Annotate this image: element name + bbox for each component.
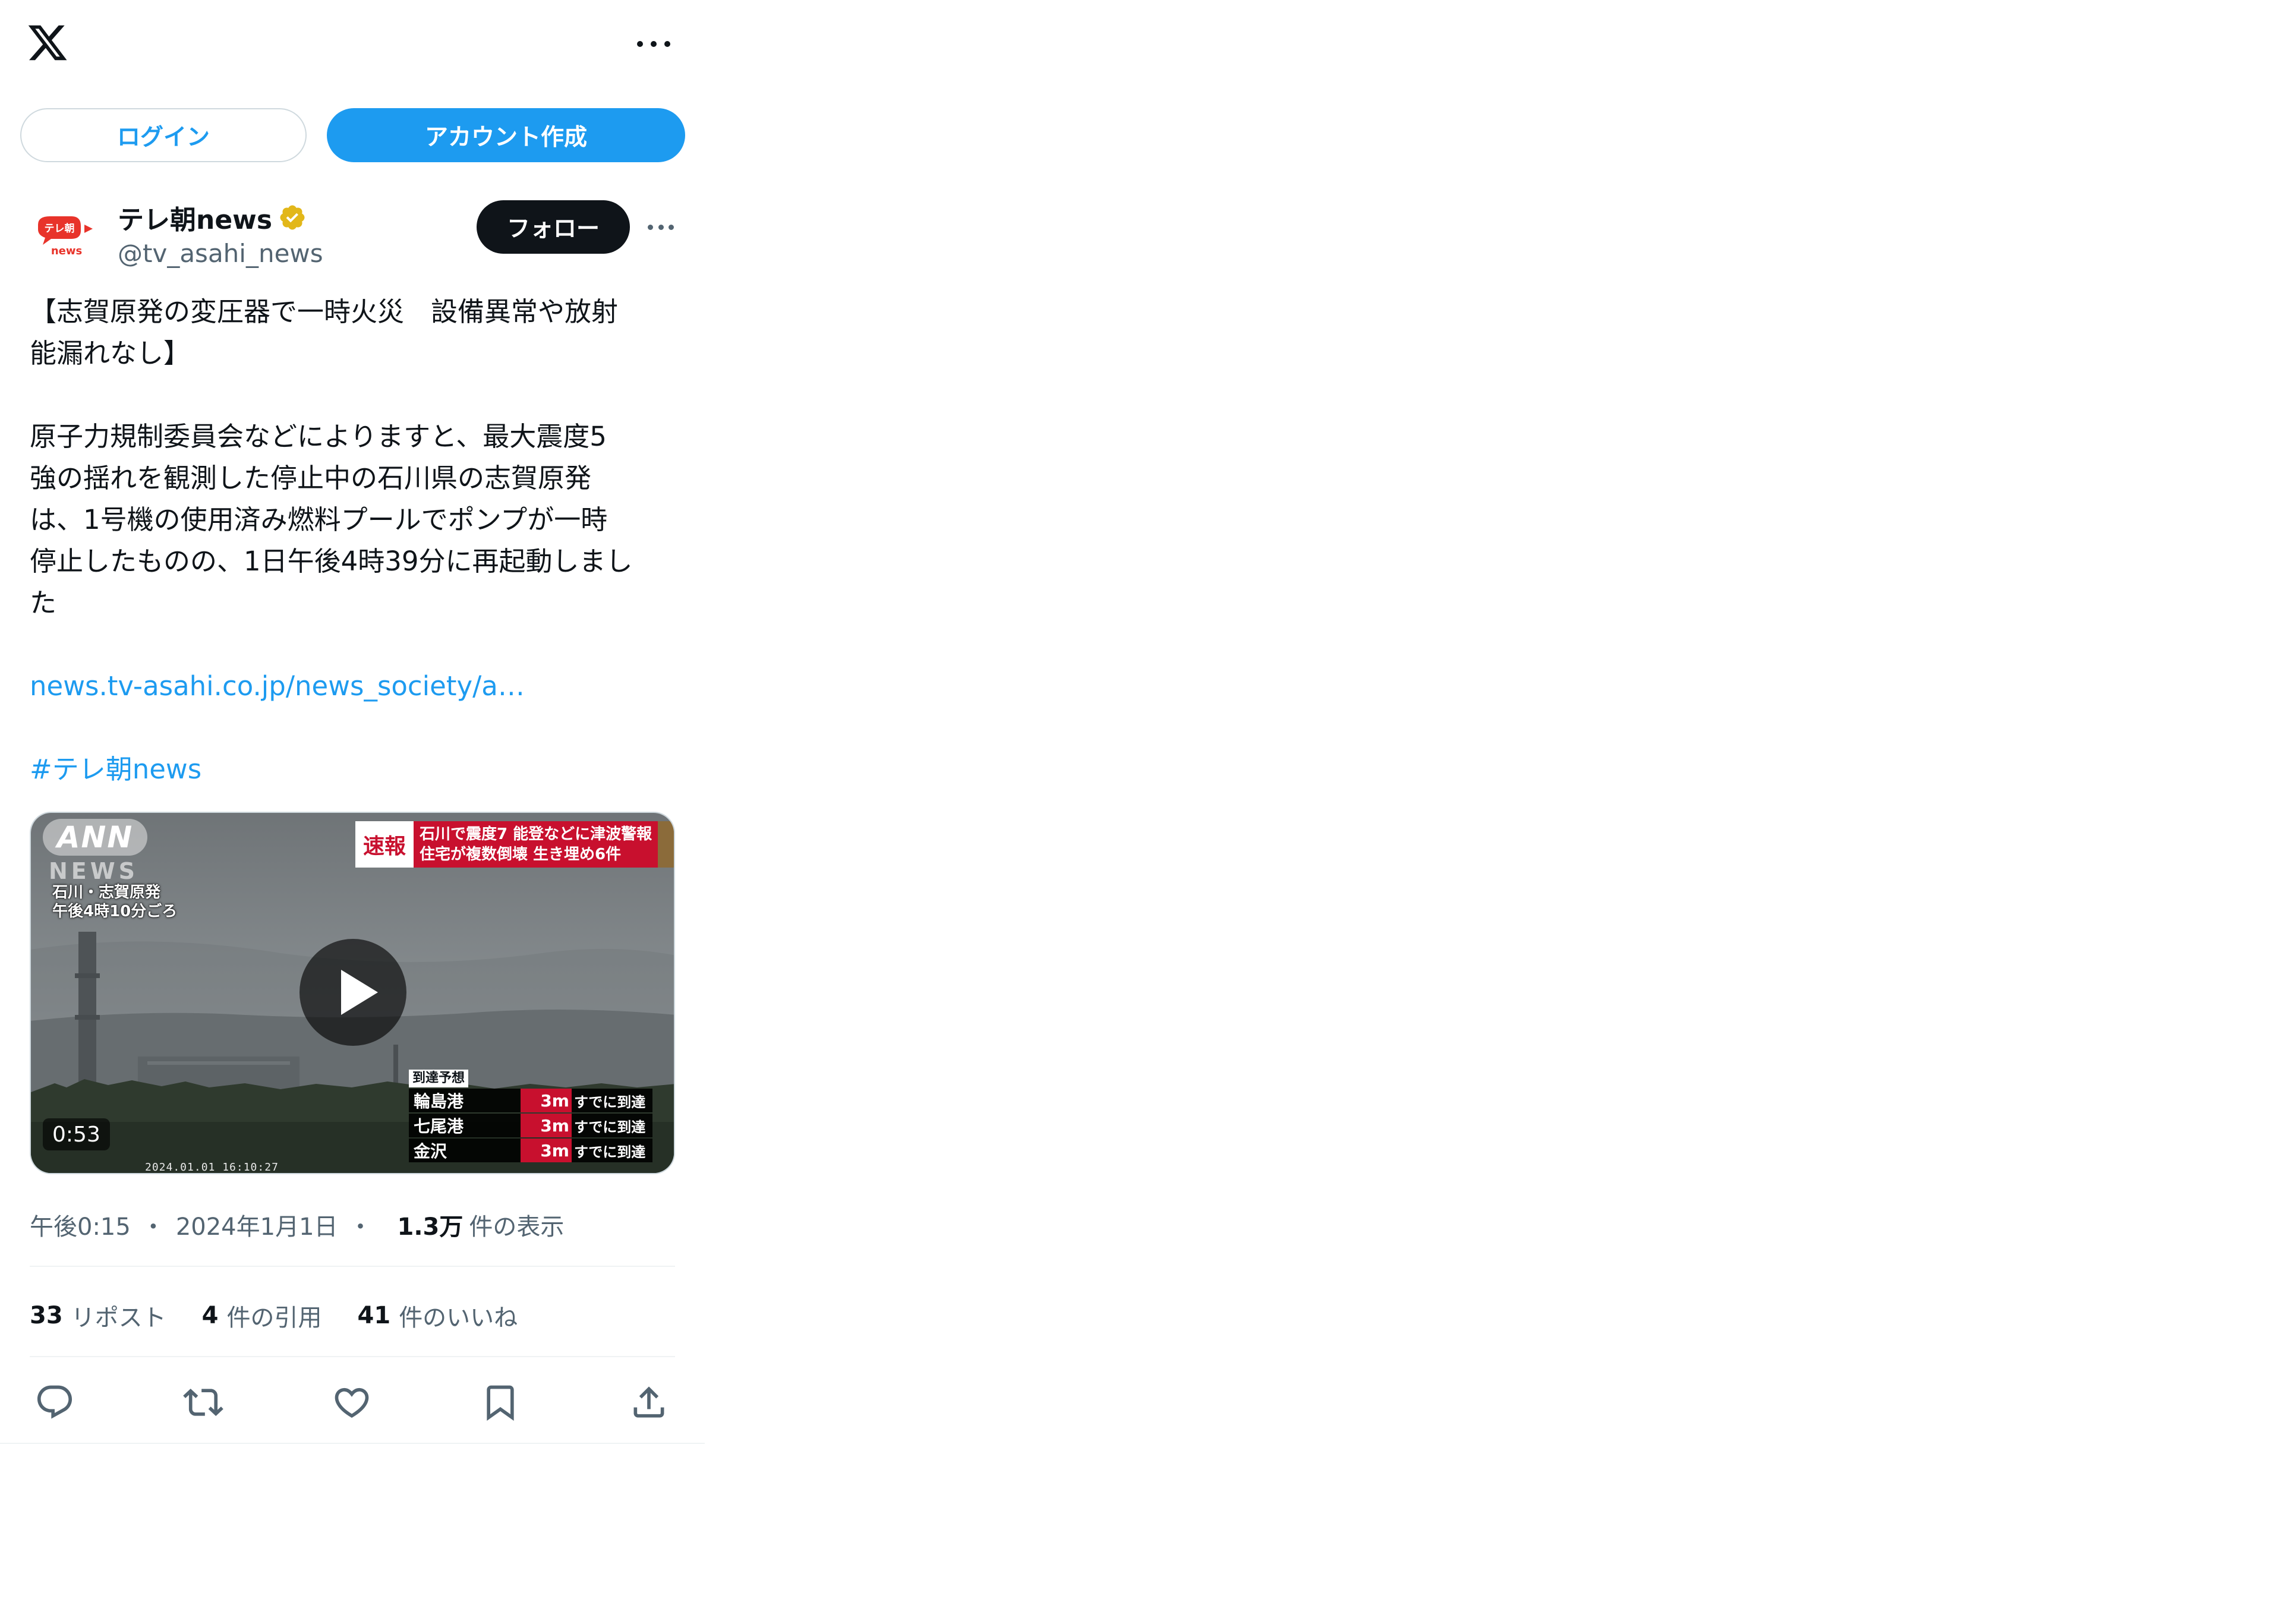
tweet-date[interactable]: 2024年1月1日 xyxy=(176,1207,338,1242)
tsunami-height: 3m xyxy=(521,1114,572,1137)
tsunami-header: 到達予想 xyxy=(409,1070,469,1087)
reposts-count: 33 xyxy=(30,1302,63,1329)
play-icon[interactable] xyxy=(299,939,406,1046)
tweet-body-line: た xyxy=(30,587,57,619)
breaking-text: 石川で震度7 能登などに津波警報 住宅が複数倒壊 生き埋め6件 xyxy=(414,821,658,868)
tweet-title-line: 能漏れなし】 xyxy=(30,338,191,369)
divider xyxy=(0,1443,705,1444)
author-handle[interactable]: @tv_asahi_news xyxy=(118,238,323,269)
likes-label: 件のいいね xyxy=(399,1304,518,1332)
tweet-link[interactable]: news.tv-asahi.co.jp/news_society/a… xyxy=(30,666,677,707)
tsunami-port: 輪島港 xyxy=(409,1089,521,1112)
author-name[interactable]: テレ朝news xyxy=(118,198,307,236)
verified-badge-icon xyxy=(280,205,305,230)
location-caption: 石川・志賀原発 午後4時10分ごろ xyxy=(52,883,177,921)
likes-count: 41 xyxy=(357,1302,391,1329)
share-icon[interactable] xyxy=(629,1382,669,1423)
quotes-label: 件の引用 xyxy=(226,1304,322,1332)
tsunami-table: 到達予想 輪島港 3m すでに到達 七尾港 3m すでに到達 金沢 3m すでに… xyxy=(409,1070,652,1162)
ann-news-mark: NEWS xyxy=(49,858,139,884)
tweet-title-line: 【志賀原発の変圧器で一時火災 設備異常や放射 xyxy=(30,296,619,327)
login-button[interactable]: ログイン xyxy=(20,108,307,162)
create-account-button[interactable]: アカウント作成 xyxy=(327,108,685,162)
views-count: 1.3万 xyxy=(397,1213,464,1241)
author-name-text[interactable]: テレ朝news xyxy=(118,198,272,236)
repost-icon[interactable] xyxy=(183,1382,223,1423)
tweet-body-line: 強の揺れを観測した停止中の石川県の志賀原発 xyxy=(30,462,592,494)
breaking-news-banner: 速報 石川で震度7 能登などに津波警報 住宅が複数倒壊 生き埋め6件 xyxy=(355,821,674,868)
meta-separator: ・ xyxy=(141,1213,165,1241)
avatar-text-top: テレ朝 xyxy=(45,222,75,235)
avatar-text-bottom: news xyxy=(51,245,82,257)
tsunami-port: 七尾港 xyxy=(409,1114,521,1137)
quotes-count-link[interactable]: 4 件の引用 xyxy=(202,1298,322,1333)
ann-logo: ANN xyxy=(43,819,147,856)
breaking-line: 住宅が複数倒壊 生き埋め6件 xyxy=(420,846,622,863)
follow-button[interactable]: フォロー xyxy=(477,200,630,254)
location-line: 午後4時10分ごろ xyxy=(52,903,178,920)
hashtag-link[interactable]: #テレ朝news xyxy=(30,749,677,790)
breaking-line: 石川で震度7 能登などに津波警報 xyxy=(420,825,652,843)
action-bar xyxy=(30,1373,675,1432)
tsunami-row: 輪島港 3m すでに到達 xyxy=(409,1089,652,1112)
tweet-body-line: 停止したものの、1日午後4時39分に再起動しまし xyxy=(30,545,633,577)
meta-separator: ・ xyxy=(348,1213,373,1241)
reposts-label: リポスト xyxy=(71,1304,166,1332)
more-horizontal-icon[interactable] xyxy=(637,32,670,56)
tsunami-row: 七尾港 3m すでに到達 xyxy=(409,1114,652,1137)
tweet-body-line: は、1号機の使用済み燃料プールでポンプが一時 xyxy=(30,504,608,535)
tweet-time[interactable]: 午後0:15 xyxy=(30,1207,131,1242)
tweet-meta: 午後0:15 ・ 2024年1月1日 ・ 1.3万 件の表示 xyxy=(30,1206,564,1243)
bookmark-icon[interactable] xyxy=(480,1382,521,1423)
tsunami-status: すでに到達 xyxy=(572,1139,652,1162)
location-line: 石川・志賀原発 xyxy=(52,884,161,901)
tweet-body-line: 原子力規制委員会などによりますと、最大震度5 xyxy=(30,421,607,452)
quotes-count: 4 xyxy=(201,1302,219,1329)
likes-count-link[interactable]: 41 件のいいね xyxy=(358,1298,518,1333)
tsunami-port: 金沢 xyxy=(409,1139,521,1162)
avatar[interactable]: テレ朝 news xyxy=(30,201,96,267)
reply-icon[interactable] xyxy=(34,1382,75,1423)
like-icon[interactable] xyxy=(332,1382,372,1423)
divider xyxy=(30,1356,675,1357)
engagement-counts: 33 リポスト 4 件の引用 41 件のいいね xyxy=(30,1298,553,1333)
breaking-tag: 速報 xyxy=(355,821,414,868)
more-horizontal-icon[interactable] xyxy=(648,215,674,239)
tsunami-status: すでに到達 xyxy=(572,1114,652,1137)
video-duration: 0:53 xyxy=(43,1118,110,1150)
tsunami-row: 金沢 3m すでに到達 xyxy=(409,1139,652,1162)
reposts-count-link[interactable]: 33 リポスト xyxy=(30,1298,166,1333)
views-label: 件の表示 xyxy=(469,1213,565,1241)
tsunami-height: 3m xyxy=(521,1139,572,1162)
video-player[interactable]: ANN NEWS 石川・志賀原発 午後4時10分ごろ 速報 石川で震度7 能登な… xyxy=(30,812,675,1174)
video-timestamp: 2024.01.01 16:10:27 xyxy=(145,1161,279,1174)
divider xyxy=(30,1266,675,1267)
tweet-text: 【志賀原発の変圧器で一時火災 設備異常や放射 能漏れなし】 原子力規制委員会など… xyxy=(30,291,677,790)
tsunami-height: 3m xyxy=(521,1089,572,1112)
tsunami-status: すでに到達 xyxy=(572,1089,652,1112)
x-logo-icon[interactable] xyxy=(26,21,69,64)
